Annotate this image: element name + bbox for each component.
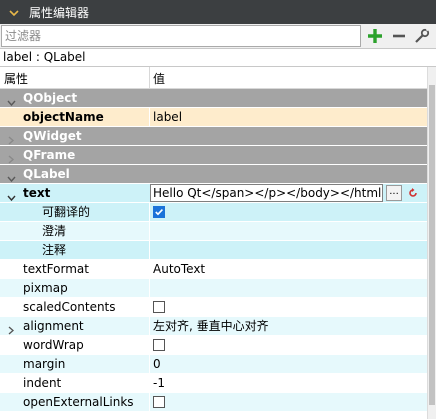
property-name: text (23, 186, 51, 200)
property-row-wordwrap[interactable]: wordWrap (0, 336, 427, 355)
property-row-disambiguation[interactable]: 澄清 (0, 222, 427, 241)
more-button[interactable]: ... (386, 185, 402, 201)
property-row-scaledcontents[interactable]: scaledContents (0, 298, 427, 317)
property-value[interactable] (150, 241, 427, 259)
translatable-checkbox[interactable] (153, 205, 165, 218)
group-label: QObject (23, 91, 78, 105)
property-value[interactable]: label (150, 108, 427, 126)
group-row-qframe[interactable]: QFrame (0, 146, 427, 165)
property-name: textFormat (23, 262, 89, 276)
property-name: indent (23, 376, 62, 390)
openexternallinks-checkbox[interactable] (153, 395, 165, 408)
panel-title: 属性编辑器 (29, 5, 90, 20)
minus-icon[interactable] (390, 27, 408, 45)
property-row-textformat[interactable]: textFormat AutoText (0, 260, 427, 279)
group-row-qobject[interactable]: QObject (0, 89, 427, 108)
property-value[interactable] (150, 222, 427, 240)
property-row-objectname[interactable]: objectName label (0, 108, 427, 127)
property-value[interactable]: 左对齐, 垂直中心对齐 (150, 317, 427, 335)
chevron-down-icon[interactable] (7, 170, 16, 183)
property-row-text[interactable]: text Hello Qt</span></p></body></html> .… (0, 184, 427, 203)
header-property[interactable]: 属性 (4, 70, 28, 87)
chevron-right-icon[interactable] (7, 132, 15, 145)
property-value[interactable]: -1 (150, 374, 427, 392)
property-name: alignment (23, 319, 84, 333)
property-name: 澄清 (42, 224, 67, 238)
reset-icon[interactable] (405, 185, 421, 201)
property-row-comment[interactable]: 注释 (0, 241, 427, 260)
property-name: objectName (23, 110, 104, 124)
property-name: 可翻译的 (42, 205, 91, 219)
property-row-pixmap[interactable]: pixmap (0, 279, 427, 298)
property-name: margin (23, 357, 66, 371)
object-class-label: label : QLabel (0, 48, 436, 67)
property-row-indent[interactable]: indent -1 (0, 374, 427, 393)
plus-icon[interactable] (366, 27, 384, 45)
vertical-scrollbar[interactable] (427, 67, 436, 419)
group-row-qlabel[interactable]: QLabel (0, 165, 427, 184)
property-name: scaledContents (23, 300, 116, 314)
property-row-translatable[interactable]: 可翻译的 (0, 203, 427, 222)
wrench-icon[interactable] (413, 27, 431, 45)
scaledcontents-checkbox[interactable] (153, 300, 165, 313)
group-label: QFrame (23, 148, 76, 162)
header-value[interactable]: 值 (153, 70, 165, 87)
scrollbar-thumb[interactable] (429, 85, 435, 405)
group-label: QLabel (23, 167, 70, 181)
property-tree: QObject objectName label QWidget QFrame … (0, 89, 427, 412)
group-label: QWidget (23, 129, 82, 143)
property-name: wordWrap (23, 338, 84, 352)
property-row-margin[interactable]: margin 0 (0, 355, 427, 374)
property-name: pixmap (23, 281, 68, 295)
chevron-down-icon[interactable] (7, 94, 16, 107)
property-row-openexternallinks[interactable]: openExternalLinks (0, 393, 427, 412)
header-divider[interactable] (149, 67, 150, 89)
filter-toolbar (0, 24, 436, 48)
chevron-down-icon[interactable] (7, 189, 16, 202)
property-value[interactable] (150, 279, 427, 297)
group-row-qwidget[interactable]: QWidget (0, 127, 427, 146)
chevron-down-icon[interactable] (9, 7, 19, 17)
panel-title-bar: 属性编辑器 (0, 0, 436, 24)
property-value[interactable]: 0 (150, 355, 427, 373)
chevron-right-icon[interactable] (7, 322, 15, 335)
property-row-alignment[interactable]: alignment 左对齐, 垂直中心对齐 (0, 317, 427, 336)
property-value[interactable]: AutoText (150, 260, 427, 278)
wordwrap-checkbox[interactable] (153, 338, 165, 351)
filter-input[interactable] (1, 25, 361, 47)
chevron-right-icon[interactable] (7, 151, 15, 164)
property-name: openExternalLinks (23, 395, 134, 409)
text-value-editor[interactable]: Hello Qt</span></p></body></html> (150, 184, 383, 202)
property-table-header: 属性 值 (0, 67, 427, 89)
property-name: 注释 (42, 243, 67, 257)
